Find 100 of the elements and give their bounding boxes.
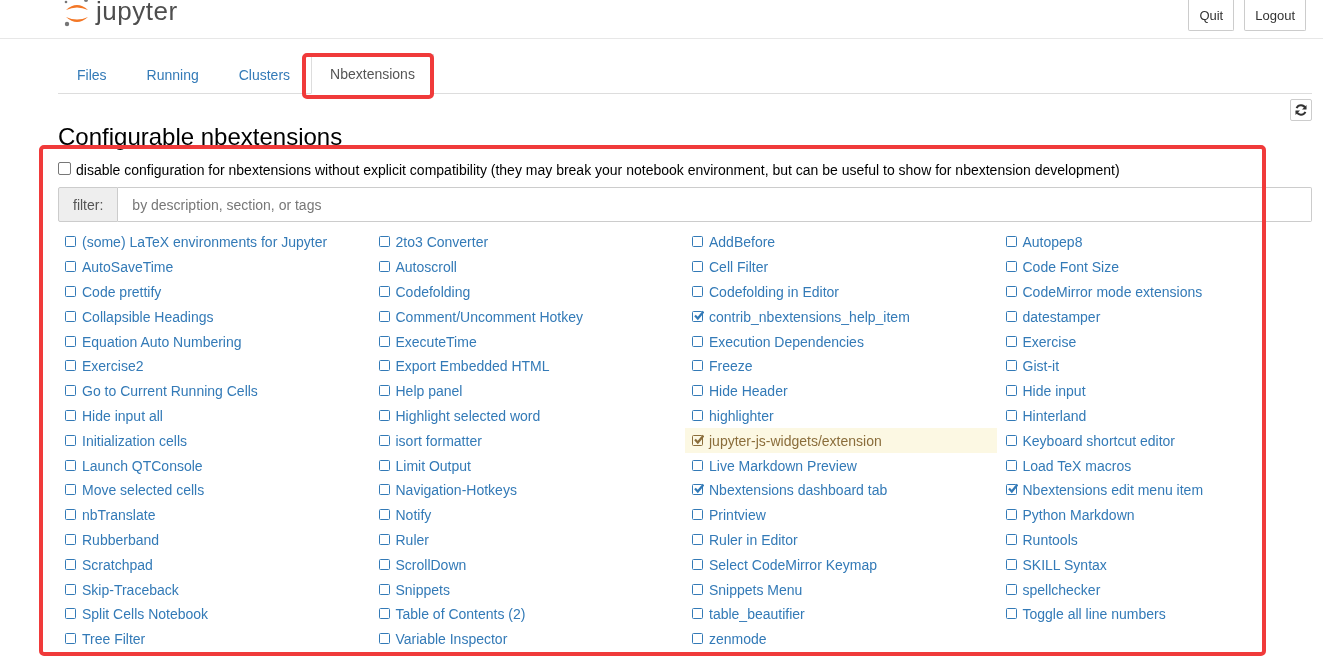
checkbox[interactable] xyxy=(378,608,390,620)
checkbox[interactable] xyxy=(378,558,390,570)
extension-link[interactable]: Execution Dependencies xyxy=(709,333,864,350)
extension-link[interactable]: table_beautifier xyxy=(709,606,805,623)
filter-input[interactable]: by description, section, or tags xyxy=(118,187,1312,222)
jupyter-logo[interactable]: jupyter xyxy=(62,0,178,27)
extension-link[interactable]: Export Embedded HTML xyxy=(395,358,550,375)
checkbox[interactable] xyxy=(378,484,390,496)
extension-link[interactable]: Variable Inspector xyxy=(395,631,508,648)
checkbox[interactable] xyxy=(692,459,703,471)
extension-link[interactable]: Load TeX macros xyxy=(1022,457,1132,474)
highlighted-list-item[interactable]: jupyter-js-widgets/extension xyxy=(685,428,997,454)
checkbox[interactable] xyxy=(1005,385,1017,397)
checkbox[interactable] xyxy=(692,558,703,570)
tab[interactable]: Running xyxy=(127,55,218,94)
checked-checkbox[interactable] xyxy=(692,484,703,496)
extension-link[interactable]: AddBefore xyxy=(709,234,776,251)
checkbox[interactable] xyxy=(1005,434,1017,446)
checkbox[interactable] xyxy=(1005,558,1017,570)
checkbox[interactable] xyxy=(1005,608,1017,620)
checkbox[interactable] xyxy=(692,261,703,273)
extension-link[interactable]: datestamper xyxy=(1022,308,1101,325)
checkbox[interactable] xyxy=(378,459,390,471)
extension-link[interactable]: Nbextensions dashboard tab xyxy=(709,482,888,499)
extension-link[interactable]: Scratchpad xyxy=(82,556,153,573)
checkbox[interactable] xyxy=(65,236,76,248)
extension-link[interactable]: Exercise xyxy=(1022,333,1077,350)
extension-link[interactable]: Ruler xyxy=(395,531,429,548)
extension-link[interactable]: Skip-Traceback xyxy=(82,581,179,598)
extension-link[interactable]: Hide input xyxy=(1022,383,1086,400)
extension-link[interactable]: Exercise2 xyxy=(82,358,144,375)
extension-link[interactable]: Equation Auto Numbering xyxy=(82,333,242,350)
checkbox[interactable] xyxy=(65,310,76,322)
extension-link[interactable]: zenmode xyxy=(709,631,767,648)
extension-link[interactable]: ExecuteTime xyxy=(395,333,477,350)
checkbox[interactable] xyxy=(378,310,390,322)
checkbox[interactable] xyxy=(1005,310,1017,322)
extension-link[interactable]: Notify xyxy=(395,507,432,524)
extension-link[interactable]: Table of Contents (2) xyxy=(395,606,526,623)
checkbox[interactable] xyxy=(1005,286,1017,297)
checkbox[interactable] xyxy=(692,533,703,545)
extension-link[interactable]: highlighter xyxy=(709,407,774,424)
extension-link[interactable]: Runtools xyxy=(1022,531,1078,548)
extension-link[interactable]: Tree Filter xyxy=(82,631,146,648)
extension-link[interactable]: Live Markdown Preview xyxy=(709,457,857,474)
checkbox[interactable] xyxy=(65,509,76,521)
header-button[interactable]: Logout xyxy=(1244,0,1306,31)
extension-link[interactable]: SKILL Syntax xyxy=(1022,556,1107,573)
checkbox[interactable] xyxy=(692,583,703,595)
extension-link[interactable]: 2to3 Converter xyxy=(395,234,489,251)
extension-link[interactable]: Hinterland xyxy=(1022,407,1087,424)
extension-link[interactable]: Limit Output xyxy=(395,457,471,474)
checkbox[interactable] xyxy=(1005,236,1017,248)
checkbox[interactable] xyxy=(378,434,390,446)
extension-link[interactable]: jupyter-js-widgets/extension xyxy=(709,432,882,449)
checkbox[interactable] xyxy=(378,409,390,421)
checkbox[interactable] xyxy=(65,261,76,273)
extension-link[interactable]: Help panel xyxy=(395,383,463,400)
checkbox[interactable] xyxy=(1005,459,1017,471)
checkbox[interactable] xyxy=(692,509,703,521)
checkbox[interactable] xyxy=(378,286,390,297)
checkbox[interactable] xyxy=(378,583,390,595)
extension-link[interactable]: Code prettify xyxy=(82,284,162,300)
checkbox[interactable] xyxy=(692,286,703,297)
checkbox[interactable] xyxy=(1005,335,1017,347)
extension-link[interactable]: Collapsible Headings xyxy=(82,308,214,325)
checked-checkbox[interactable] xyxy=(692,434,703,446)
extension-link[interactable]: Comment/Uncomment Hotkey xyxy=(395,308,583,325)
checkbox[interactable] xyxy=(378,360,390,372)
tab[interactable]: Files xyxy=(58,55,126,94)
extension-link[interactable]: Hide input all xyxy=(82,407,163,424)
extension-link[interactable]: spellchecker xyxy=(1022,581,1101,598)
checkbox[interactable] xyxy=(65,385,76,397)
checkbox[interactable] xyxy=(378,335,390,347)
extension-link[interactable]: Initialization cells xyxy=(82,432,188,449)
checkbox[interactable] xyxy=(1005,583,1017,595)
extension-link[interactable]: isort formatter xyxy=(395,432,482,449)
tab[interactable]: Clusters xyxy=(219,55,310,94)
extension-link[interactable]: Keyboard shortcut editor xyxy=(1022,432,1176,449)
checkbox[interactable] xyxy=(65,335,76,347)
extension-link[interactable]: Move selected cells xyxy=(82,482,205,499)
checkbox[interactable] xyxy=(692,236,703,248)
checkbox[interactable] xyxy=(1005,261,1017,273)
extension-link[interactable]: Codefolding in Editor xyxy=(709,284,839,300)
extension-link[interactable]: ScrollDown xyxy=(395,556,467,573)
extension-link[interactable]: nbTranslate xyxy=(82,507,156,524)
extension-link[interactable]: Snippets xyxy=(395,581,450,598)
extension-link[interactable]: Autopep8 xyxy=(1022,234,1083,251)
checkbox[interactable] xyxy=(378,385,390,397)
extension-link[interactable]: Launch QTConsole xyxy=(82,457,203,474)
checkbox[interactable] xyxy=(65,484,76,496)
extension-link[interactable]: Go to Current Running Cells xyxy=(82,383,258,400)
extension-link[interactable]: Autoscroll xyxy=(395,259,457,276)
checkbox[interactable] xyxy=(65,360,76,372)
extension-link[interactable]: Freeze xyxy=(709,358,753,375)
checkbox[interactable] xyxy=(378,633,390,645)
extension-link[interactable]: Highlight selected word xyxy=(395,407,541,424)
checkbox[interactable] xyxy=(1005,509,1017,521)
checkbox[interactable] xyxy=(692,608,703,620)
extension-link[interactable]: Split Cells Notebook xyxy=(82,606,209,623)
